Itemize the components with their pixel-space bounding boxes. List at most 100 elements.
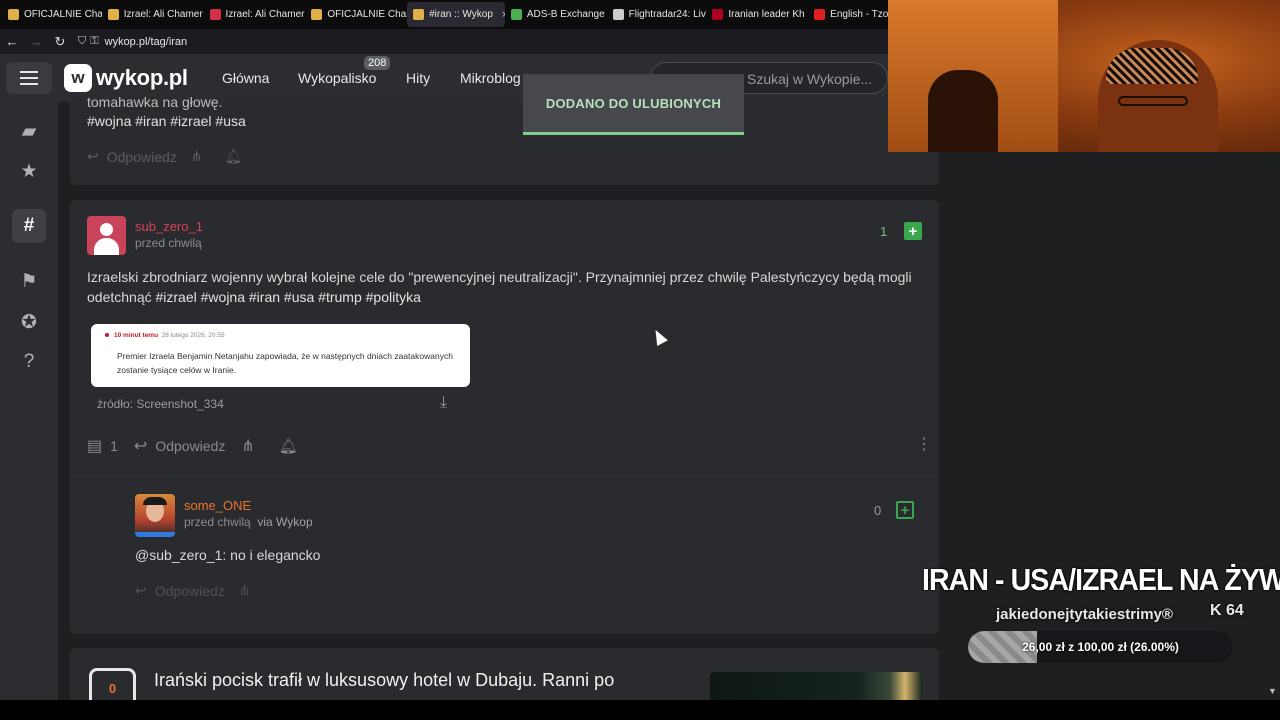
- tab-label: #iran :: Wykop: [429, 9, 493, 20]
- share-icon[interactable]: ⋔: [239, 582, 251, 599]
- reply-button[interactable]: Odpowiedz: [155, 583, 225, 599]
- embed-meta: 10 minut temu 28 lutego 2026, 20:55: [105, 332, 225, 339]
- donation-goal-text: 26,00 zł z 100,00 zł (26.00%): [1022, 640, 1179, 654]
- mention-link[interactable]: @sub_zero_1: [135, 547, 222, 563]
- browser-tab[interactable]: Izrael: Ali Chamer: [102, 2, 204, 27]
- notify-bell-icon[interactable]: 🔔︎: [279, 437, 298, 455]
- avatar[interactable]: [87, 216, 126, 255]
- notify-bell-icon[interactable]: 🔔︎: [225, 148, 243, 165]
- help-icon[interactable]: ?: [12, 345, 46, 379]
- favorites-toast: DODANO DO ULUBIONYCH: [523, 74, 744, 135]
- menu-button[interactable]: [6, 62, 52, 94]
- kick-count: K 64: [1210, 602, 1244, 619]
- browser-tab-strip: OFICJALNIE Cham Izrael: Ali Chamer Izrael:…: [0, 0, 888, 29]
- embedded-screenshot[interactable]: 10 minut temu 28 lutego 2026, 20:55 Prem…: [91, 324, 470, 387]
- post-tags[interactable]: #wojna #iran #izrael #usa: [87, 113, 246, 129]
- tab-favicon-icon: [107, 9, 119, 20]
- url-text[interactable]: wykop.pl/tag/iran: [105, 36, 188, 48]
- nav-wykopalisko[interactable]: Wykopalisko: [298, 70, 376, 86]
- donation-goal-bar: 26,00 zł z 100,00 zł (26.00%): [968, 631, 1233, 663]
- more-options-icon[interactable]: ⋮: [916, 434, 932, 454]
- reply-icon[interactable]: ↩: [134, 436, 147, 456]
- nav-hity[interactable]: Hity: [406, 70, 430, 86]
- comment-vote-count: 0: [874, 503, 882, 518]
- browser-tab[interactable]: English - Tzo: [808, 2, 888, 27]
- tab-favicon-icon: [712, 9, 724, 20]
- comment-time: przed chwilą via Wykop: [184, 515, 313, 529]
- post-tags[interactable]: #izrael #wojna #iran #usa #trump #polity…: [156, 289, 421, 305]
- left-sidebar: ▰ ★ # ⚑ ✪ ?: [0, 102, 58, 720]
- share-icon[interactable]: ⋔: [241, 436, 254, 456]
- browser-tab[interactable]: OFICJALNIE Cham: [2, 2, 102, 27]
- scroll-down-arrow-icon[interactable]: ▼: [1268, 686, 1277, 696]
- post-text-partial: tomahawka na głowę.: [87, 94, 223, 110]
- site-info-icon[interactable]: ⚿: [90, 35, 98, 48]
- browser-tab[interactable]: Flightradar24: Liv: [607, 2, 707, 27]
- post-card-previous: tomahawka na głowę. #wojna #iran #izrael…: [70, 94, 939, 185]
- nav-glowna[interactable]: Główna: [222, 70, 269, 86]
- post-time: przed chwilą: [135, 236, 202, 250]
- tab-favicon-icon: [413, 9, 425, 20]
- browser-url-bar: ← → ↻ ⛉ ⚿ wykop.pl/tag/iran: [0, 29, 888, 54]
- stream-title: IRAN - USA/IZRAEL NA ŻYWO: [922, 562, 1280, 597]
- bottom-bar: [0, 700, 1280, 720]
- reply-button[interactable]: Odpowiedz: [107, 149, 177, 165]
- tab-label: Iranian leader Kh: [728, 9, 805, 20]
- upvote-button[interactable]: +: [904, 222, 922, 240]
- back-icon[interactable]: ←: [0, 34, 24, 49]
- forward-icon[interactable]: →: [24, 34, 48, 49]
- kick-logo-icon: K: [1210, 602, 1222, 619]
- author-name[interactable]: sub_zero_1: [135, 219, 203, 234]
- comments-icon[interactable]: ▤: [87, 436, 102, 456]
- tab-label: Izrael: Ali Chamer: [225, 9, 305, 20]
- comments-count[interactable]: 1: [110, 438, 118, 454]
- reply-icon[interactable]: ↩: [135, 582, 147, 599]
- reload-icon[interactable]: ↻: [48, 34, 72, 50]
- webcam-overlay: [888, 0, 1280, 152]
- search-input[interactable]: Szukaj w Wykopie...: [747, 71, 872, 87]
- ranking-podium-icon[interactable]: ⚑: [12, 264, 46, 298]
- tab-label: OFICJALNIE Cham: [24, 9, 102, 20]
- share-icon[interactable]: ⋔: [191, 148, 203, 165]
- link-title[interactable]: Irański pocisk trafił w luksusowy hotel …: [154, 670, 614, 691]
- wykopalisko-count-badge: 208: [364, 56, 391, 70]
- browser-tab[interactable]: Izrael: Ali Chamer: [204, 2, 306, 27]
- tab-label: Izrael: Ali Chamer: [123, 9, 203, 20]
- browser-tab[interactable]: Iranian leader Kh: [706, 2, 808, 27]
- browser-tab[interactable]: ADS-B Exchange: [505, 2, 607, 27]
- comment-upvote-button[interactable]: +: [896, 501, 914, 519]
- badges-medal-icon[interactable]: ✪: [12, 305, 46, 339]
- browser-tab[interactable]: OFICJALNIE Cham: [305, 2, 407, 27]
- tab-label: Flightradar24: Liv: [628, 9, 706, 20]
- logo-mark: w: [64, 64, 92, 92]
- shield-icon[interactable]: ⛉: [78, 35, 86, 48]
- tab-label: OFICJALNIE Cham: [327, 9, 408, 20]
- links-icon[interactable]: ▰: [12, 114, 46, 148]
- reply-icon[interactable]: ↩: [87, 148, 99, 165]
- tab-label: ADS-B Exchange: [526, 9, 605, 20]
- favorites-star-icon[interactable]: ★: [12, 154, 46, 188]
- browser-tab[interactable]: #iran :: Wykop×: [407, 2, 505, 27]
- tab-favicon-icon: [612, 9, 624, 20]
- comment-avatar[interactable]: [135, 494, 175, 537]
- tab-label: English - Tzo: [830, 9, 888, 20]
- nav-mikroblog[interactable]: Mikroblog: [460, 70, 521, 86]
- tags-hash-icon[interactable]: #: [12, 209, 46, 243]
- vote-count: 1: [880, 224, 888, 239]
- tab-favicon-icon: [8, 9, 19, 20]
- image-source[interactable]: źródło: Screenshot_334: [97, 397, 224, 411]
- tab-favicon-icon: [510, 9, 522, 20]
- logo-text: wykop.pl: [96, 65, 188, 90]
- reply-button[interactable]: Odpowiedz: [155, 438, 225, 454]
- embed-text: Premier Izraela Benjamin Netanjahu zapow…: [117, 351, 453, 375]
- post-card: sub_zero_1 przed chwilą 1 + Izraelski zb…: [70, 200, 939, 634]
- download-icon[interactable]: ⤓: [440, 394, 447, 412]
- tab-favicon-icon: [311, 9, 323, 20]
- tab-favicon-icon: [209, 9, 221, 20]
- post-body: Izraelski zbrodniarz wojenny wybrał kole…: [87, 267, 917, 307]
- site-logo[interactable]: w wykop.pl: [64, 64, 188, 92]
- comment-body: @sub_zero_1: no i elegancko: [135, 547, 321, 563]
- tab-favicon-icon: [814, 9, 826, 20]
- stream-channel-name: jakiedonejtytakiestrimy®: [996, 606, 1173, 623]
- comment-author[interactable]: some_ONE: [184, 498, 251, 513]
